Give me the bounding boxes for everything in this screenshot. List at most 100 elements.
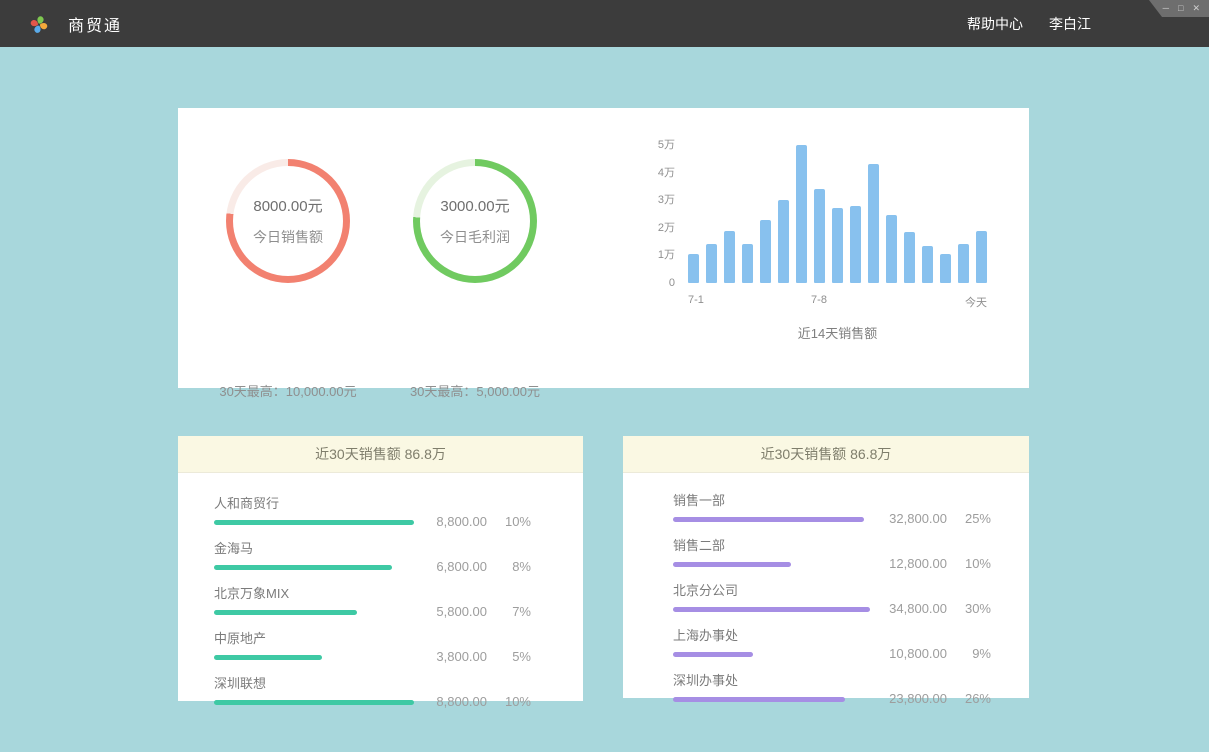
item-amount: 6,800.00 <box>436 559 487 574</box>
help-center-link[interactable]: 帮助中心 <box>967 14 1023 34</box>
item-name: 北京万象MIX <box>214 583 531 602</box>
item-progress-bar <box>214 655 322 660</box>
chart-x-axis: 7-17-8今天 <box>688 294 987 308</box>
chart-bar <box>922 246 933 283</box>
item-amount: 10,800.00 <box>889 646 947 661</box>
item-name: 人和商贸行 <box>214 493 531 512</box>
chart-bar <box>832 208 843 283</box>
today-profit-donut-block: 3000.00元 今日毛利润 30天最高：5,000.00元 <box>385 159 565 389</box>
item-percent: 30% <box>947 601 991 616</box>
chart-bar <box>688 254 699 283</box>
list-item: 北京万象MIX5,800.007% <box>214 583 531 615</box>
item-value-block: 12,800.0010% <box>889 556 991 571</box>
item-value-block: 3,800.005% <box>436 649 531 664</box>
item-progress-bar <box>673 607 870 612</box>
item-percent: 25% <box>947 511 991 526</box>
item-progress-bar <box>673 562 791 567</box>
today-sales-value: 8000.00元 <box>253 195 322 216</box>
y-tick-label: 1万 <box>658 249 675 261</box>
item-name: 销售二部 <box>673 535 991 554</box>
app-logo-icon <box>26 11 52 37</box>
chart-bar <box>742 244 753 283</box>
today-profit-30day-max: 30天最高：5,000.00元 <box>385 381 565 400</box>
item-progress-bar <box>214 520 414 525</box>
username-menu[interactable]: 李白江 <box>1049 14 1091 34</box>
today-profit-label: 今日毛利润 <box>440 227 510 247</box>
item-amount: 5,800.00 <box>436 604 487 619</box>
list-item: 销售二部12,800.0010% <box>673 535 991 567</box>
y-tick-label: 2万 <box>658 222 675 234</box>
item-value-block: 23,800.0026% <box>889 691 991 706</box>
x-tick-label: 7-1 <box>688 294 704 306</box>
today-sales-donut-text: 8000.00元 今日销售额 <box>226 159 350 283</box>
chart-bars <box>688 145 987 283</box>
item-progress-bar <box>673 517 864 522</box>
minimize-button[interactable]: ─ <box>1163 4 1169 13</box>
list-item: 深圳联想8,800.0010% <box>214 673 531 705</box>
item-name: 深圳联想 <box>214 673 531 692</box>
summary-card: 8000.00元 今日销售额 30天最高：10,000.00元 3000.00元… <box>178 108 1029 388</box>
today-sales-donut-block: 8000.00元 今日销售额 30天最高：10,000.00元 <box>198 159 378 389</box>
list-item: 中原地产3,800.005% <box>214 628 531 660</box>
sales-14day-chart: 5万4万3万2万1万0 7-17-8今天 近14天销售额 <box>640 139 1010 342</box>
chart-bar <box>706 244 717 283</box>
item-amount: 3,800.00 <box>436 649 487 664</box>
chart-bar <box>796 145 807 283</box>
item-value-block: 5,800.007% <box>436 604 531 619</box>
item-name: 金海马 <box>214 538 531 557</box>
item-percent: 5% <box>487 649 531 664</box>
today-sales-label: 今日销售额 <box>253 227 323 247</box>
item-amount: 34,800.00 <box>889 601 947 616</box>
maximize-button[interactable]: □ <box>1178 4 1183 13</box>
item-percent: 7% <box>487 604 531 619</box>
chart-bar <box>814 189 825 283</box>
item-progress-bar <box>214 565 392 570</box>
item-name: 上海办事处 <box>673 625 991 644</box>
customer-ranking-card: 近30天销售额 86.8万 人和商贸行8,800.0010%金海马6,800.0… <box>178 436 583 701</box>
y-tick-label: 0 <box>669 277 675 289</box>
item-name: 中原地产 <box>214 628 531 647</box>
item-percent: 10% <box>487 514 531 529</box>
item-value-block: 8,800.0010% <box>436 694 531 709</box>
chart-bar <box>868 164 879 283</box>
today-profit-donut-text: 3000.00元 今日毛利润 <box>413 159 537 283</box>
item-amount: 12,800.00 <box>889 556 947 571</box>
item-progress-bar <box>673 652 753 657</box>
item-value-block: 8,800.0010% <box>436 514 531 529</box>
chart-y-axis: 5万4万3万2万1万0 <box>640 139 688 289</box>
item-name: 北京分公司 <box>673 580 991 599</box>
customer-ranking-header: 近30天销售额 86.8万 <box>178 436 583 473</box>
item-name: 深圳办事处 <box>673 670 991 689</box>
chart-bar <box>958 244 969 283</box>
item-percent: 10% <box>487 694 531 709</box>
item-value-block: 6,800.008% <box>436 559 531 574</box>
chart-bar <box>760 220 771 283</box>
department-ranking-list: 销售一部32,800.0025%销售二部12,800.0010%北京分公司34,… <box>623 473 1029 702</box>
item-progress-bar <box>673 697 845 702</box>
customer-ranking-list: 人和商贸行8,800.0010%金海马6,800.008%北京万象MIX5,80… <box>178 473 583 705</box>
app-title: 商贸通 <box>68 12 122 36</box>
item-amount: 23,800.00 <box>889 691 947 706</box>
today-profit-value: 3000.00元 <box>440 195 509 216</box>
today-sales-30day-max: 30天最高：10,000.00元 <box>198 381 378 400</box>
item-value-block: 34,800.0030% <box>889 601 991 616</box>
chart-bar <box>976 231 987 283</box>
item-value-block: 10,800.009% <box>889 646 991 661</box>
item-percent: 26% <box>947 691 991 706</box>
y-tick-label: 4万 <box>658 167 675 179</box>
chart-bar <box>904 232 915 283</box>
list-item: 销售一部32,800.0025% <box>673 490 991 522</box>
department-ranking-header: 近30天销售额 86.8万 <box>623 436 1029 473</box>
item-name: 销售一部 <box>673 490 991 509</box>
chart-bar <box>940 254 951 283</box>
item-percent: 10% <box>947 556 991 571</box>
today-profit-donut-ring: 3000.00元 今日毛利润 <box>413 159 537 283</box>
close-button[interactable]: ✕ <box>1192 4 1200 13</box>
list-item: 北京分公司34,800.0030% <box>673 580 991 612</box>
list-item: 人和商贸行8,800.0010% <box>214 493 531 525</box>
list-item: 金海马6,800.008% <box>214 538 531 570</box>
today-sales-donut-ring: 8000.00元 今日销售额 <box>226 159 350 283</box>
item-percent: 8% <box>487 559 531 574</box>
chart-bar <box>778 200 789 283</box>
list-item: 上海办事处10,800.009% <box>673 625 991 657</box>
